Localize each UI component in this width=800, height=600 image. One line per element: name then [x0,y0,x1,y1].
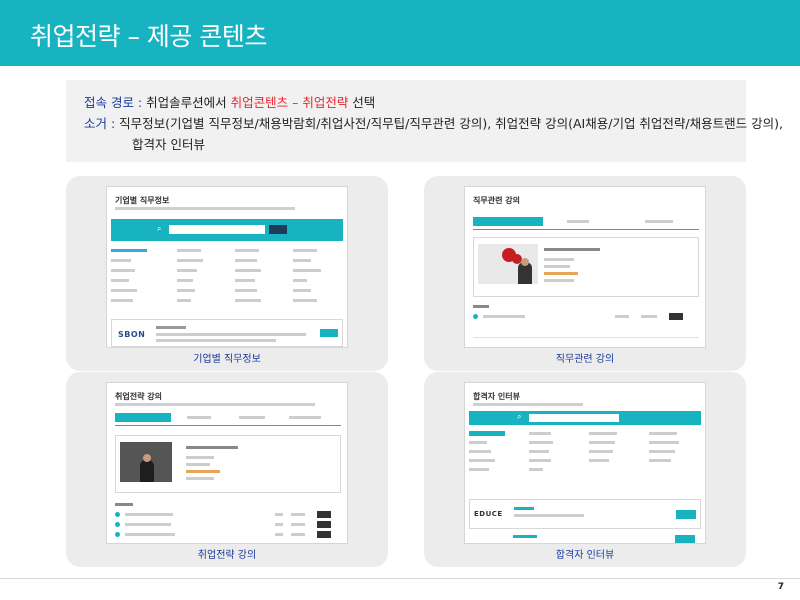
description-text-2: 합격자 인터뷰 [132,137,205,152]
search-banner: ⌕ [469,411,701,425]
description-line: 소거 : 직무정보(기업별 직무정보/채용박람회/취업사전/직무팁/직무관련 강… [84,113,783,134]
category-grid [469,429,701,483]
search-icon: ⌕ [157,224,162,233]
caption-strategy-lecture: 취업전략 강의 [197,550,257,561]
lecture-view-button[interactable] [669,313,683,320]
mini-title: 직무관련 강의 [473,196,520,205]
tab-active[interactable] [115,413,171,422]
category-grid [111,247,343,309]
lecture-view-button-3[interactable] [317,531,331,538]
mini-title: 취업전략 강의 [115,392,162,401]
lecture-card[interactable] [473,237,699,297]
interview-view-button-2[interactable] [675,535,695,543]
mini-title: 합격자 인터뷰 [473,392,520,401]
description-line-2: 합격자 인터뷰 [84,134,728,155]
lecture-view-button-2[interactable] [317,521,331,528]
mini-subtitle-placeholder [473,403,583,406]
search-button[interactable] [269,225,287,234]
lecture-thumbnail [478,244,538,284]
access-path-highlight: 취업콘텐츠 – 취업전략 [230,95,349,110]
search-input[interactable] [529,414,619,422]
title-bar: 취업전략 – 제공 콘텐츠 [0,0,800,66]
mini-subtitle-placeholder [115,207,295,210]
access-path-after: 선택 [348,95,376,110]
description-text: 직무정보(기업별 직무정보/채용박람회/취업사전/직무팁/직무관련 강의), 취… [115,116,783,131]
company-logo: EDUCE [474,510,503,518]
info-box: 접속 경로 : 취업솔루션에서 취업콘텐츠 – 취업전략 선택 소거 : 직무정… [66,80,783,162]
screenshot-interview: 합격자 인터뷰 ⌕ EDUCE [464,382,706,544]
caption-interview: 합격자 인터뷰 [555,550,615,561]
screenshot-company-job-info: 기업별 직무정보 ⌕ SBON [106,186,348,348]
access-path-before: 취업솔루션에서 [142,95,231,110]
interview-list-item[interactable]: EDUCE [469,499,701,529]
mini-title: 기업별 직무정보 [115,196,170,205]
caption-company-job-info: 기업별 직무정보 [193,354,261,365]
search-input[interactable] [169,225,265,234]
access-path-line: 접속 경로 : 취업솔루션에서 취업콘텐츠 – 취업전략 선택 [84,92,728,113]
search-icon: ⌕ [517,412,522,421]
access-path-label: 접속 경로 : [84,95,143,110]
lecture-view-button-1[interactable] [317,511,331,518]
page-title: 취업전략 – 제공 콘텐츠 [30,22,267,51]
card-job-lecture: 직무관련 강의 직무관련 강의 [424,176,746,371]
card-interview: 합격자 인터뷰 ⌕ EDUCE 합격자 인터뷰 [424,372,746,567]
screenshot-job-lecture: 직무관련 강의 [464,186,706,348]
search-banner: ⌕ [111,219,343,241]
tab-active[interactable] [473,217,543,226]
lecture-card[interactable] [115,435,341,493]
lecture-thumbnail [120,442,172,482]
mini-subtitle-placeholder [115,403,315,406]
description-label: 소거 : [84,116,116,131]
page-number: 7 [777,582,784,592]
company-list-item[interactable]: SBON [111,319,343,347]
footer-divider [0,578,800,579]
screenshot-strategy-lecture: 취업전략 강의 [106,382,348,544]
card-strategy-lecture: 취업전략 강의 취업전략 강의 [66,372,388,567]
card-company-job-info: 기업별 직무정보 ⌕ SBON 기업별 직무정보 [66,176,388,371]
detail-button[interactable] [320,329,338,337]
caption-job-lecture: 직무관련 강의 [555,354,615,365]
company-logo: SBON [118,330,146,339]
interview-view-button[interactable] [676,510,696,519]
